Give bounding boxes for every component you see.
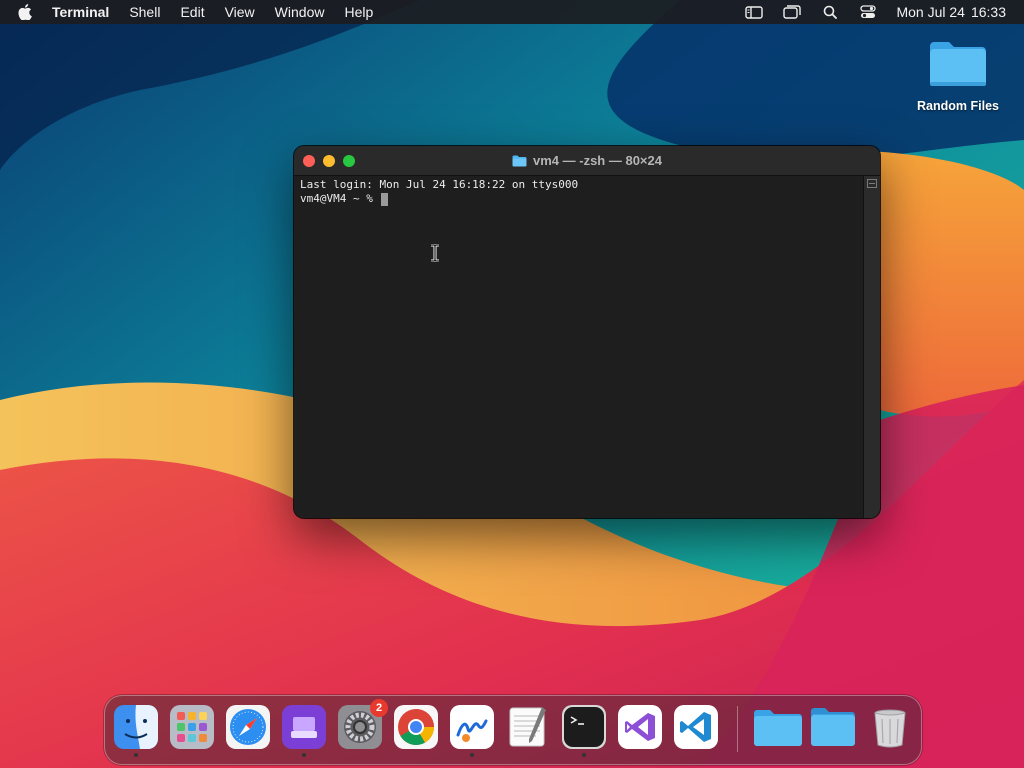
dock-trash[interactable] — [868, 705, 912, 749]
sidebar-toggle-icon[interactable] — [744, 4, 764, 20]
menu-bar: Terminal Shell Edit View Window Help Mon… — [0, 0, 1024, 24]
clock-date: Mon Jul 24 — [896, 4, 965, 20]
menu-help[interactable]: Help — [344, 0, 373, 24]
running-indicator — [582, 753, 586, 757]
dock: 2 — [104, 695, 922, 765]
apple-menu-icon[interactable] — [18, 4, 36, 20]
desktop-item-label: Random Files — [917, 99, 999, 113]
dock-purple-app[interactable] — [282, 705, 326, 757]
screen-mirroring-icon[interactable] — [782, 4, 802, 20]
window-title: vm4 — -zsh — 80×24 — [294, 146, 880, 175]
menu-bar-status-area: Mon Jul 24 16:33 — [744, 0, 1024, 24]
freeform-icon — [450, 705, 494, 749]
terminal-prompt: vm4@VM4 ~ % — [300, 192, 380, 205]
dock-freeform[interactable] — [450, 705, 494, 757]
ibeam-cursor-icon — [429, 243, 441, 267]
folder-icon — [927, 38, 989, 95]
text-cursor — [381, 192, 389, 206]
launchpad-icon — [170, 705, 214, 749]
clock-time: 16:33 — [970, 4, 1006, 20]
dock-system-settings[interactable]: 2 — [338, 699, 388, 749]
safari-icon — [226, 705, 270, 749]
folder-icon — [512, 155, 527, 167]
running-indicator — [302, 753, 306, 757]
notification-badge: 2 — [370, 699, 388, 717]
terminal-window[interactable]: vm4 — -zsh — 80×24 Last login: Mon Jul 2… — [294, 146, 880, 518]
dock-chrome[interactable] — [394, 705, 438, 749]
dock-textedit[interactable] — [506, 705, 550, 749]
window-title-bar[interactable]: vm4 — -zsh — 80×24 — [294, 146, 880, 176]
dock-safari[interactable] — [226, 705, 270, 749]
dock-finder[interactable] — [114, 705, 158, 757]
menu-window[interactable]: Window — [275, 0, 325, 24]
menu-app-name[interactable]: Terminal — [52, 0, 109, 24]
vscode-icon — [674, 705, 718, 749]
dock-launchpad[interactable] — [170, 705, 214, 749]
control-center-icon[interactable] — [858, 4, 878, 20]
split-pane-icon[interactable] — [867, 179, 877, 188]
terminal-line: Last login: Mon Jul 24 16:18:22 on ttys0… — [300, 178, 579, 191]
menu-bar-clock[interactable]: Mon Jul 24 16:33 — [896, 4, 1006, 20]
finder-icon — [114, 705, 158, 749]
spotlight-search-icon[interactable] — [820, 4, 840, 20]
menu-shell[interactable]: Shell — [129, 0, 160, 24]
folder-icon — [754, 710, 802, 746]
terminal-output[interactable]: Last login: Mon Jul 24 16:18:22 on ttys0… — [294, 176, 864, 518]
purple-app-icon — [282, 705, 326, 749]
desktop-item-random-files[interactable]: Random Files — [910, 38, 1006, 113]
folder-icon — [811, 708, 855, 746]
dock-folder-1[interactable] — [752, 705, 804, 749]
terminal-icon — [562, 705, 606, 749]
dock-folder-2[interactable] — [809, 705, 857, 749]
scrollbar[interactable] — [863, 176, 880, 518]
textedit-icon — [509, 707, 546, 747]
menu-view[interactable]: View — [225, 0, 255, 24]
trash-icon — [874, 709, 906, 748]
menu-edit[interactable]: Edit — [180, 0, 204, 24]
visual-studio-icon — [618, 705, 662, 749]
chrome-icon — [394, 705, 438, 749]
dock-visual-studio[interactable] — [618, 705, 662, 749]
dock-terminal[interactable] — [562, 705, 606, 757]
running-indicator — [134, 753, 138, 757]
dock-separator — [737, 706, 738, 752]
terminal-prompt-line: vm4@VM4 ~ % — [300, 192, 858, 206]
dock-vscode[interactable] — [674, 705, 718, 749]
running-indicator — [470, 753, 474, 757]
window-title-text: vm4 — -zsh — 80×24 — [533, 153, 662, 168]
